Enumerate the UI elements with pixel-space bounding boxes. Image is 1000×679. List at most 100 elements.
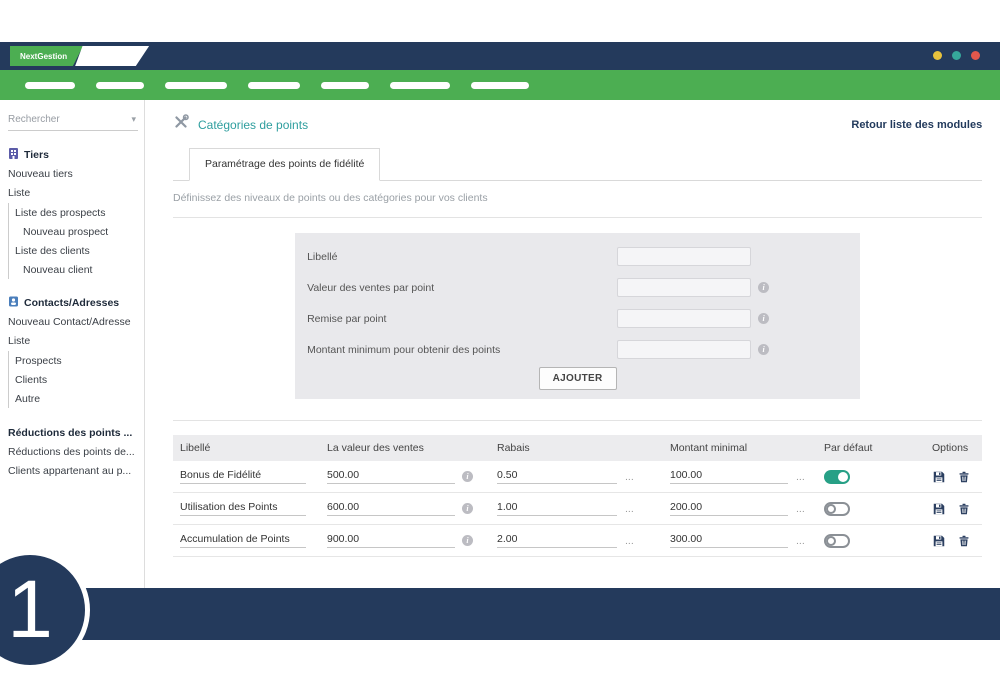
window-control-yellow-icon[interactable] <box>933 51 942 60</box>
row-montant-field[interactable]: 200.00 <box>670 501 788 516</box>
trash-icon[interactable] <box>958 535 970 547</box>
info-icon[interactable]: i <box>462 503 473 514</box>
montant-minimum-input[interactable] <box>617 340 751 359</box>
sidebar: Rechercher ▾ Tiers Nouveau tiers Liste L… <box>0 100 145 588</box>
add-category-form: Libellé Valeur des ventes par point i Re… <box>295 233 860 399</box>
menu-pill[interactable] <box>321 82 369 89</box>
col-header-libelle: Libellé <box>173 435 320 461</box>
save-icon[interactable] <box>933 503 945 515</box>
save-icon[interactable] <box>933 471 945 483</box>
valeur-ventes-label: Valeur des ventes par point <box>307 282 617 294</box>
montant-minimum-label: Montant minimum pour obtenir des points <box>307 344 617 356</box>
sidebar-section-reductions: Réductions des points ... Réductions des… <box>8 423 140 480</box>
main-menubar <box>0 70 1000 100</box>
libelle-input[interactable] <box>617 247 751 266</box>
truncated-text: ... <box>625 503 634 515</box>
sidebar-item-clients-appartenant[interactable]: Clients appartenant au p... <box>8 461 140 480</box>
menu-pill[interactable] <box>25 82 75 89</box>
sidebar-item-clients[interactable]: Clients <box>15 370 140 389</box>
libelle-label: Libellé <box>307 251 617 263</box>
truncated-text: ... <box>625 471 634 483</box>
building-icon <box>8 148 19 162</box>
row-rabais-field[interactable]: 1.00 <box>497 501 617 516</box>
row-libelle-field[interactable]: Bonus de Fidélité <box>180 469 306 484</box>
sidebar-item-liste-clients[interactable]: Liste des clients <box>15 241 140 260</box>
main-content: Catégories de points Retour liste des mo… <box>145 100 1000 588</box>
truncated-text: ... <box>625 535 634 547</box>
col-header-rabais: Rabais <box>490 435 663 461</box>
sidebar-section-title-label: Contacts/Adresses <box>24 297 119 309</box>
window-control-teal-icon[interactable] <box>952 51 961 60</box>
categories-table: Libellé La valeur des ventes Rabais Mont… <box>173 435 982 557</box>
sidebar-section-reductions-title[interactable]: Réductions des points ... <box>8 423 140 442</box>
sidebar-item-autre[interactable]: Autre <box>15 389 140 408</box>
row-rabais-field[interactable]: 0.50 <box>497 469 617 484</box>
row-valeur-field[interactable]: 900.00 <box>327 533 455 548</box>
truncated-text: ... <box>796 503 805 515</box>
default-toggle[interactable] <box>824 502 850 516</box>
form-row-montant: Montant minimum pour obtenir des points … <box>295 334 860 365</box>
sidebar-subgroup-tiers: Liste des prospects Nouveau prospect Lis… <box>8 203 140 279</box>
main-header: Catégories de points Retour liste des mo… <box>173 114 982 135</box>
menu-pill[interactable] <box>390 82 450 89</box>
sidebar-item-nouveau-client[interactable]: Nouveau client <box>15 260 140 279</box>
tab-parametrage-points[interactable]: Paramétrage des points de fidélité <box>189 148 380 181</box>
default-toggle[interactable] <box>824 470 850 484</box>
remise-input[interactable] <box>617 309 751 328</box>
form-row-remise: Remise par point i <box>295 303 860 334</box>
back-to-modules-link[interactable]: Retour liste des modules <box>851 119 982 131</box>
trash-icon[interactable] <box>958 471 970 483</box>
info-icon[interactable]: i <box>758 313 769 324</box>
sidebar-item-nouveau-prospect[interactable]: Nouveau prospect <box>15 222 140 241</box>
info-icon[interactable]: i <box>758 344 769 355</box>
trash-icon[interactable] <box>958 503 970 515</box>
sidebar-item-liste-tiers[interactable]: Liste <box>8 183 140 202</box>
save-icon[interactable] <box>933 535 945 547</box>
menu-pill[interactable] <box>471 82 529 89</box>
sidebar-section-contacts-title[interactable]: Contacts/Adresses <box>8 294 140 312</box>
info-icon[interactable]: i <box>462 535 473 546</box>
info-icon[interactable]: i <box>758 282 769 293</box>
row-libelle-field[interactable]: Utilisation des Points <box>180 501 306 516</box>
body-area: Rechercher ▾ Tiers Nouveau tiers Liste L… <box>0 100 1000 588</box>
form-row-valeur: Valeur des ventes par point i <box>295 272 860 303</box>
table-row: Accumulation de Points 900.00 i 2.00... 3… <box>173 525 982 557</box>
col-header-defaut: Par défaut <box>817 435 925 461</box>
sidebar-search-select[interactable]: Rechercher ▾ <box>8 112 138 131</box>
form-row-libelle: Libellé <box>295 241 860 272</box>
sidebar-item-nouveau-tiers[interactable]: Nouveau tiers <box>8 164 140 183</box>
row-valeur-field[interactable]: 600.00 <box>327 501 455 516</box>
truncated-text: ... <box>796 535 805 547</box>
app-logo: NextGestion <box>10 46 149 66</box>
ajouter-button[interactable]: AJOUTER <box>539 367 617 390</box>
chevron-down-icon: ▾ <box>131 114 136 125</box>
page-title: Catégories de points <box>198 118 308 132</box>
row-montant-field[interactable]: 100.00 <box>670 469 788 484</box>
sidebar-item-prospects[interactable]: Prospects <box>15 351 140 370</box>
sidebar-item-reductions-points[interactable]: Réductions des points de... <box>8 442 140 461</box>
menu-pill[interactable] <box>248 82 300 89</box>
col-header-options: Options <box>925 435 982 461</box>
sidebar-item-nouveau-contact[interactable]: Nouveau Contact/Adresse <box>8 312 140 331</box>
sidebar-item-liste-prospects[interactable]: Liste des prospects <box>15 203 140 222</box>
address-book-icon <box>8 296 19 310</box>
app-logo-label: NextGestion <box>10 46 83 66</box>
window-control-red-icon[interactable] <box>971 51 980 60</box>
remise-label: Remise par point <box>307 313 617 325</box>
app-logo-flag <box>75 46 149 66</box>
row-rabais-field[interactable]: 2.00 <box>497 533 617 548</box>
sidebar-item-liste-contacts[interactable]: Liste <box>8 331 140 350</box>
info-icon[interactable]: i <box>462 471 473 482</box>
menu-pill[interactable] <box>96 82 144 89</box>
sidebar-subgroup-contacts: Prospects Clients Autre <box>8 351 140 408</box>
valeur-ventes-input[interactable] <box>617 278 751 297</box>
sidebar-section-title-label: Tiers <box>24 149 49 161</box>
menu-pill[interactable] <box>165 82 227 89</box>
col-header-montant: Montant minimal <box>663 435 817 461</box>
row-libelle-field[interactable]: Accumulation de Points <box>180 533 306 548</box>
sidebar-section-tiers-title[interactable]: Tiers <box>8 146 140 164</box>
row-valeur-field[interactable]: 500.00 <box>327 469 455 484</box>
default-toggle[interactable] <box>824 534 850 548</box>
page-description: Définissez des niveaux de points ou des … <box>173 181 982 218</box>
row-montant-field[interactable]: 300.00 <box>670 533 788 548</box>
